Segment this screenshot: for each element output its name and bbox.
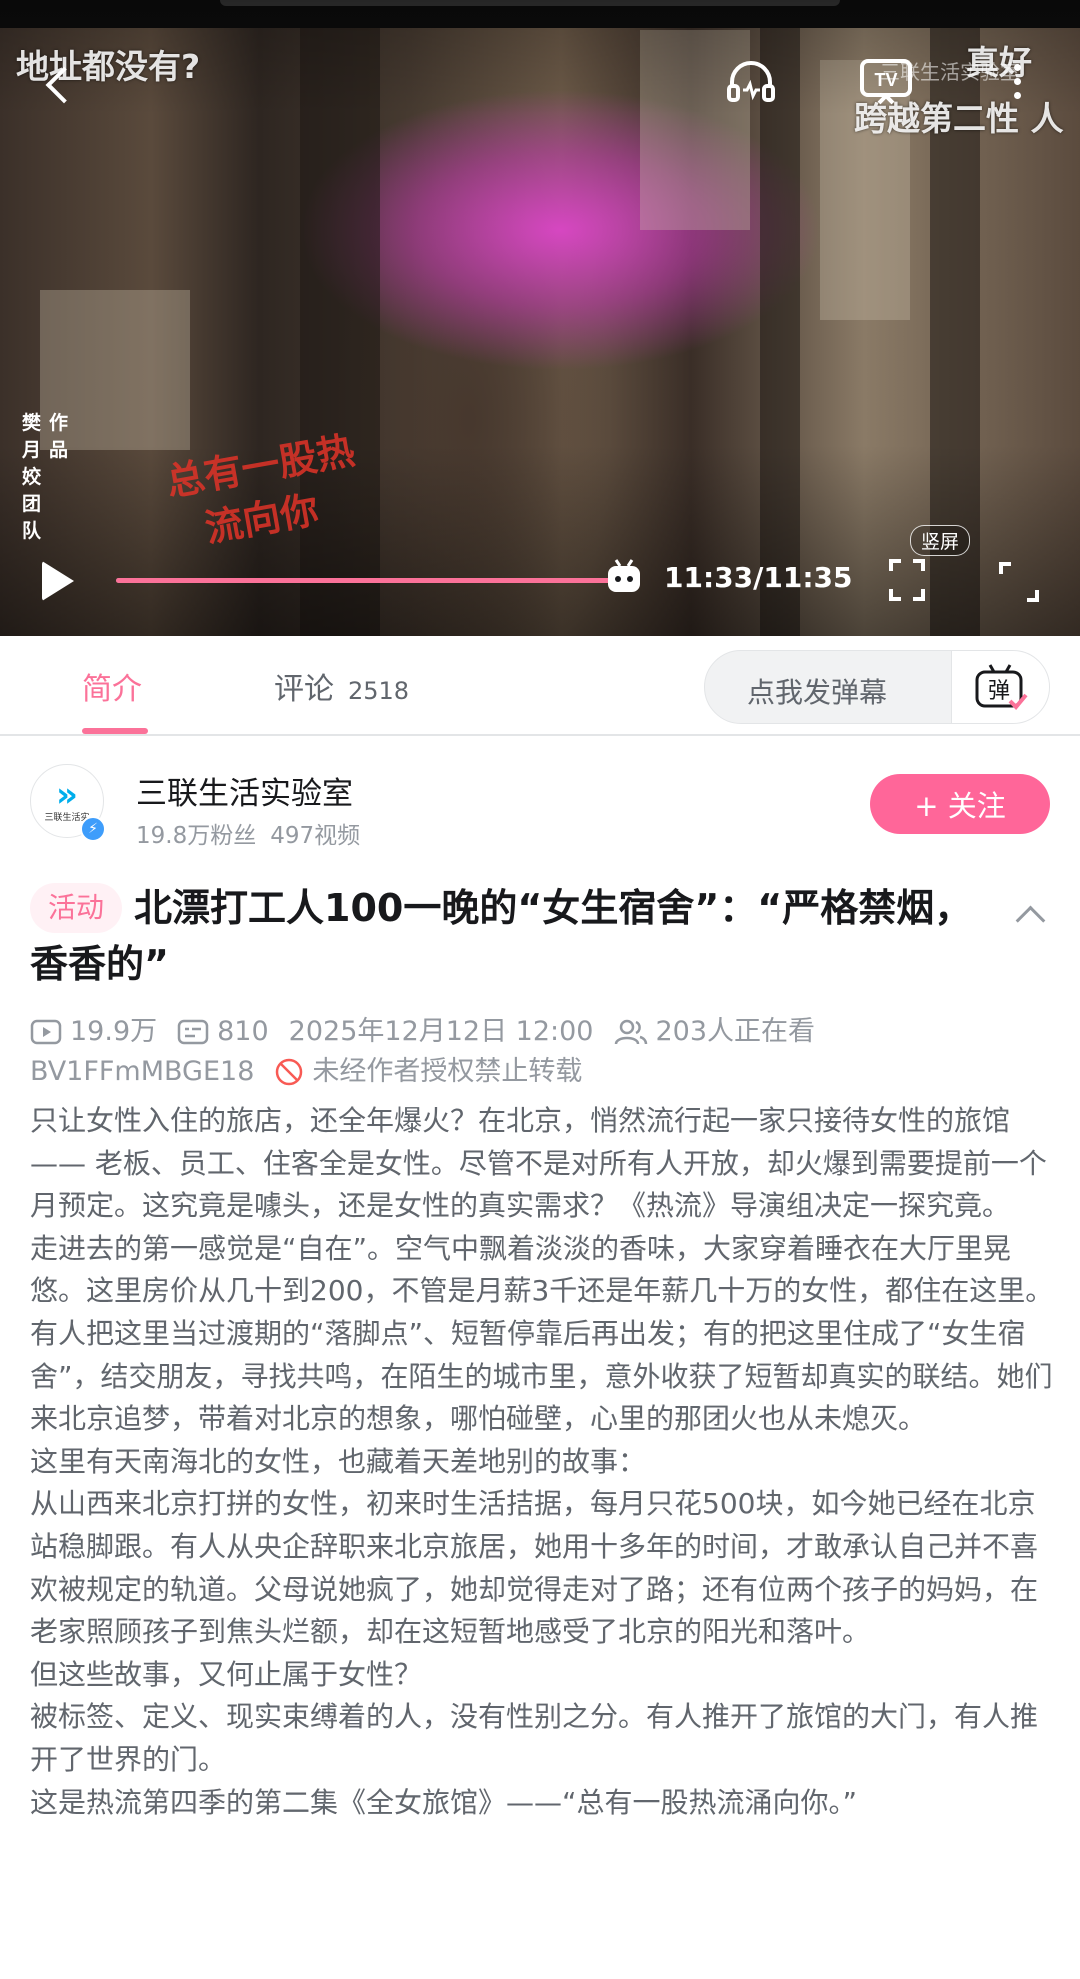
danmaku-icon: 弹 [975, 664, 1028, 710]
progress-bar[interactable] [116, 559, 641, 592]
publish-datetime: 2025年12月12日 12:00 [289, 1012, 594, 1052]
credit-char: 品 [49, 439, 69, 461]
activity-badge[interactable]: 活动 [30, 883, 123, 933]
logo-chevron-icon: » [56, 774, 78, 815]
portrait-icon[interactable] [884, 555, 930, 605]
comments-count: 2518 [348, 677, 410, 705]
time-label: 11:33/11:35 [664, 561, 853, 594]
views-count: 19.9万 [70, 1016, 158, 1047]
bvid[interactable]: BV1FFmMBGE18 [30, 1052, 254, 1092]
meta-row: 19.9万 810 2025年12月12日 12:00 203人正在看 [30, 1012, 1060, 1052]
danmaku-placeholder: 点我发弹幕 [747, 676, 888, 709]
progress-fill [116, 578, 625, 583]
views-stat: 19.9万 [30, 1012, 157, 1052]
credit-char: 团 [22, 493, 42, 515]
video-meta: 19.9万 810 2025年12月12日 12:00 203人正在看 BV1F… [30, 1012, 1060, 1092]
credit-char: 姣 [22, 466, 42, 488]
tab-active-indicator [82, 728, 148, 734]
uploader-stats: 19.8万粉丝 497视频 [136, 816, 360, 850]
credit-column-2: 作 品 [49, 410, 68, 545]
collapse-icon[interactable] [1014, 900, 1044, 930]
play-icon[interactable] [36, 559, 80, 603]
watching-count: 203人正在看 [655, 1016, 816, 1047]
tv-mascot-icon [608, 559, 641, 592]
tv-cast-icon: TV [860, 59, 912, 105]
headphones-icon [727, 61, 775, 102]
credit-char: 月 [22, 439, 42, 461]
video-title: 活动 北漂打工人100一晚的“女生宿舍”：“严格禁烟，香香的” [30, 880, 990, 992]
uploader-info: » 三联生活实 ⚡ 三联生活实验室 19.8万粉丝 497视频 + 关注 [0, 752, 1080, 862]
no-repost-notice: 未经作者授权禁止转载 [274, 1052, 582, 1092]
tab-bar: 简介 评论 2518 点我发弹幕 弹 [0, 636, 1080, 736]
credit-column-1: 樊 月 姣 团 队 [22, 410, 41, 545]
video-player[interactable]: 地址都没有? 真好 跨越第二性 人 三联生活实验室 樊 月 姣 团 队 作 品 … [0, 0, 1080, 636]
prohibited-icon [276, 1058, 303, 1086]
tv-icon[interactable]: TV [858, 52, 914, 108]
fullscreen-icon[interactable] [996, 559, 1042, 605]
video-title-block: 活动 北漂打工人100一晚的“女生宿舍”：“严格禁烟，香香的” [30, 880, 990, 992]
video-credit: 樊 月 姣 团 队 作 品 [22, 410, 68, 545]
description-paragraph: 被标签、定义、现实束缚着的人，没有性别之分。有人推开了旅馆的大门，有人推开了世界… [30, 1700, 1039, 1776]
tab-comments[interactable]: 评论 2518 [274, 664, 409, 708]
credit-char: 樊 [22, 412, 42, 434]
player-controls: 11:33/11:35 竖屏 [0, 525, 1080, 615]
fullscreen-expand-icon [999, 562, 1039, 602]
no-repost-text: 未经作者授权禁止转载 [312, 1056, 583, 1087]
portrait-mode-icon [889, 559, 925, 601]
tab-comments-label: 评论 [274, 672, 334, 707]
danmaku-icon-label: 弹 [987, 679, 1009, 704]
danmaku-stat: 810 [177, 1012, 269, 1052]
danmaku-count: 810 [217, 1016, 269, 1047]
videos-count: 497视频 [270, 823, 361, 849]
credit-char: 队 [22, 520, 42, 542]
listen-icon[interactable] [726, 56, 776, 106]
description-paragraph: 这里有天南海北的女性，也藏着天差地别的故事： [30, 1444, 647, 1478]
meta-row: BV1FFmMBGE18 未经作者授权禁止转载 [30, 1052, 1060, 1092]
vertical-mode-tag: 竖屏 [910, 525, 971, 556]
credit-char: 作 [49, 412, 69, 434]
video-description: 只让女性入住的旅店，还全年爆火？在北京，悄然流行起一家只接待女性的旅馆—— 老板… [30, 1100, 1060, 1824]
bvid-text: BV1FFmMBGE18 [30, 1056, 255, 1087]
progress-thumb-icon[interactable] [602, 556, 646, 600]
video-title-text: 北漂打工人100一晚的“女生宿舍”：“严格禁烟，香香的” [30, 886, 973, 986]
watching-people-icon [614, 1019, 647, 1045]
danmaku-toggle-button[interactable]: 弹 [951, 651, 1049, 723]
tab-intro[interactable]: 简介 [82, 664, 142, 708]
danmaku-count-icon [177, 1019, 209, 1045]
description-paragraph: 走进去的第一感觉是“自在”。空气中飘着淡淡的香味，大家穿着睡衣在大厅里晃悠。这里… [30, 1231, 1054, 1436]
more-icon[interactable] [1002, 56, 1032, 106]
description-paragraph: 从山西来北京打拼的女性，初来时生活拮据，每月只花500块，如今她已经在北京站稳脚… [30, 1487, 1039, 1649]
follow-button[interactable]: + 关注 [870, 774, 1050, 834]
back-icon[interactable] [34, 60, 84, 110]
publish-datetime-text: 2025年12月12日 12:00 [288, 1016, 594, 1047]
fans-count: 19.8万粉丝 [136, 823, 257, 849]
watching-stat: 203人正在看 [614, 1012, 816, 1052]
verified-badge-icon: ⚡ [80, 816, 106, 842]
play-count-icon [30, 1019, 62, 1045]
description-paragraph: 这是热流第四季的第二集《全女旅馆》——“总有一股热流涌向你。” [30, 1785, 858, 1819]
danmaku-input[interactable]: 点我发弹幕 弹 [704, 650, 1050, 724]
svg-text:TV: TV [874, 70, 897, 90]
description-paragraph: 只让女性入住的旅店，还全年爆火？在北京，悄然流行起一家只接待女性的旅馆—— 老板… [30, 1104, 1047, 1223]
description-paragraph: 但这些故事，又何止属于女性？ [30, 1657, 423, 1691]
uploader-name[interactable]: 三联生活实验室 [136, 768, 353, 813]
